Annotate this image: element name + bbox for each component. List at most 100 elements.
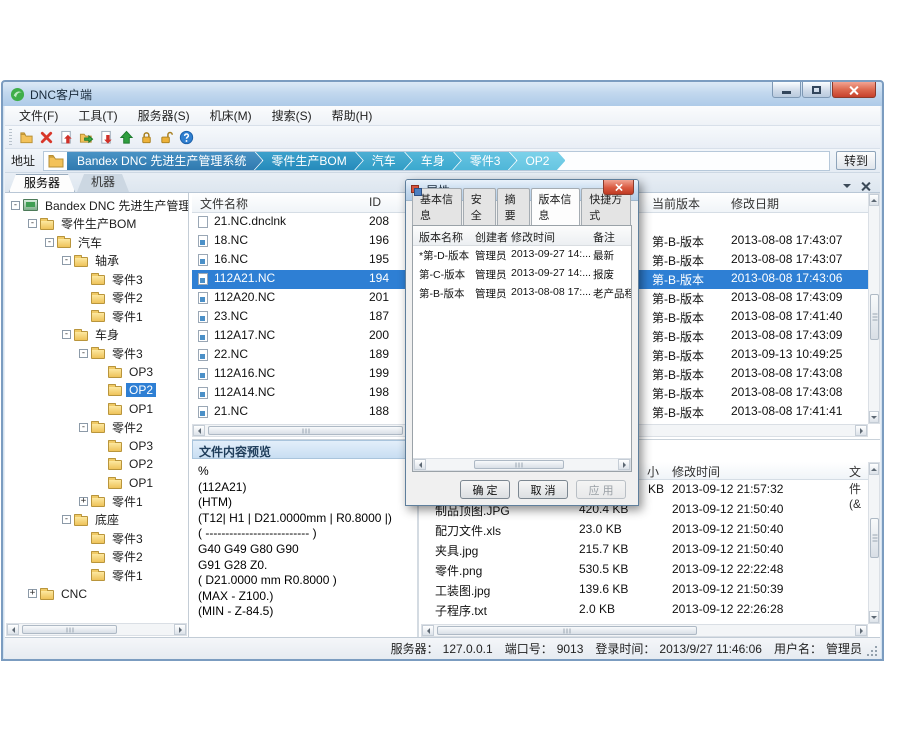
attachment-row[interactable]: 工装图.jpg139.6 KB2013-09-12 21:50:39 (421, 580, 868, 600)
tree-item-root[interactable]: -Bandex DNC 先进生产管理系统 (5, 196, 188, 215)
tree-item[interactable]: +零件1 (5, 492, 188, 511)
expander[interactable]: - (11, 201, 20, 210)
column-version-name[interactable]: 版本名称 (419, 229, 463, 245)
attachment-row[interactable]: 夹具.jpg215.7 KB2013-09-12 21:50:40 (421, 540, 868, 560)
tree-item[interactable]: 零件1 (5, 307, 188, 326)
dialog-close-button[interactable] (603, 180, 634, 195)
attachment-row[interactable]: 配刀文件.xls23.0 KB2013-09-12 21:50:40 (421, 520, 868, 540)
scroll-up-icon[interactable] (869, 194, 879, 206)
tab-server[interactable]: 服务器 (9, 174, 75, 192)
tree-item[interactable]: -零件2 (5, 418, 188, 437)
menu-tools[interactable]: 工具(T) (68, 105, 127, 126)
scroll-down-icon[interactable] (869, 411, 879, 423)
expander[interactable] (96, 460, 105, 469)
version-row[interactable]: *第-D-版本管理员2013-09-27 14:...最新 (413, 246, 631, 265)
column-size-partial[interactable]: 小 (647, 463, 659, 480)
tab-security[interactable]: 安全 (463, 188, 496, 225)
expander[interactable]: - (45, 238, 54, 247)
tree-item-op2-selected[interactable]: OP2 (5, 381, 188, 400)
open-folder-icon[interactable] (76, 128, 96, 146)
expander[interactable] (79, 312, 88, 321)
new-folder-icon[interactable] (16, 128, 36, 146)
breadcrumb-bom[interactable]: 零件生产BOM (254, 151, 362, 171)
tab-machine[interactable]: 机器 (77, 174, 129, 192)
breadcrumb-op2[interactable]: OP2 (508, 151, 565, 171)
attachment-row[interactable]: 子程序.txt2.0 KB2013-09-12 22:26:28 (421, 600, 868, 620)
tree-item[interactable]: OP2 (5, 455, 188, 474)
breadcrumb-part3[interactable]: 零件3 (453, 151, 517, 171)
tree-item[interactable]: OP1 (5, 474, 188, 493)
version-row[interactable]: 第-C-版本管理员2013-09-27 14:...报废 (413, 265, 631, 284)
panel-close-icon[interactable] (861, 182, 870, 191)
scroll-left-icon[interactable] (7, 624, 19, 635)
version-row[interactable]: 第-B-版本管理员2013-08-08 17:...老产品程序 (413, 284, 631, 303)
scrollbar-thumb[interactable] (22, 625, 117, 634)
expander[interactable] (96, 404, 105, 413)
column-modify-time[interactable]: 修改时间 (672, 463, 720, 480)
expander[interactable] (96, 478, 105, 487)
attachment-horizontal-scrollbar[interactable] (421, 624, 868, 637)
expander[interactable]: + (79, 497, 88, 506)
tree-item[interactable]: OP3 (5, 437, 188, 456)
breadcrumb-body[interactable]: 车身 (404, 151, 461, 171)
cancel-button[interactable]: 取 消 (518, 480, 568, 499)
scrollbar-thumb[interactable] (870, 518, 879, 558)
tree-item[interactable]: 零件2 (5, 289, 188, 308)
expander[interactable] (96, 386, 105, 395)
column-id[interactable]: ID (369, 195, 381, 209)
tree-item[interactable]: 零件1 (5, 566, 188, 585)
tree-item-cnc[interactable]: +CNC (5, 585, 188, 604)
tree-item-auto[interactable]: -汽车 (5, 233, 188, 252)
breadcrumb-auto[interactable]: 汽车 (355, 151, 412, 171)
menu-machine[interactable]: 机床(M) (200, 105, 262, 126)
column-note[interactable]: 备注 (593, 229, 615, 245)
scroll-left-icon[interactable] (422, 625, 434, 636)
expander[interactable]: - (79, 423, 88, 432)
tree-horizontal-scrollbar[interactable] (6, 623, 187, 636)
menu-search[interactable]: 搜索(S) (262, 105, 322, 126)
menu-help[interactable]: 帮助(H) (322, 105, 383, 126)
expander[interactable]: - (62, 256, 71, 265)
scroll-right-icon[interactable] (855, 625, 867, 636)
menu-server[interactable]: 服务器(S) (128, 105, 200, 126)
scroll-down-icon[interactable] (869, 611, 879, 623)
tree-item[interactable]: 零件3 (5, 529, 188, 548)
scrollbar-thumb[interactable] (208, 426, 403, 435)
expander[interactable]: - (79, 349, 88, 358)
expander[interactable]: + (28, 589, 37, 598)
tree-item-carbody[interactable]: -车身 (5, 326, 188, 345)
tree-item[interactable]: OP1 (5, 400, 188, 419)
tab-version-info[interactable]: 版本信息 (531, 188, 581, 226)
scroll-right-icon[interactable] (618, 459, 630, 470)
file-list-vertical-scrollbar[interactable] (868, 193, 880, 424)
expander[interactable] (96, 441, 105, 450)
upload-icon[interactable] (116, 128, 136, 146)
tree-item[interactable]: OP3 (5, 363, 188, 382)
scroll-up-icon[interactable] (869, 463, 879, 475)
expander[interactable] (79, 552, 88, 561)
column-current-version[interactable]: 当前版本 (652, 195, 700, 212)
expander[interactable]: - (62, 515, 71, 524)
tree-item-bearing[interactable]: -轴承 (5, 252, 188, 271)
tree-item[interactable]: 零件2 (5, 548, 188, 567)
version-table-scrollbar[interactable] (413, 458, 631, 471)
go-button[interactable]: 转到 (836, 151, 876, 170)
expander[interactable]: - (62, 330, 71, 339)
maximize-button[interactable] (802, 82, 831, 98)
checkin-file-icon[interactable] (56, 128, 76, 146)
delete-icon[interactable] (36, 128, 56, 146)
scroll-right-icon[interactable] (855, 425, 867, 436)
lock-icon[interactable] (136, 128, 156, 146)
breadcrumb-root[interactable]: Bandex DNC 先进生产管理系统 (67, 151, 262, 171)
expander[interactable]: - (28, 219, 37, 228)
tree-item[interactable]: 零件3 (5, 270, 188, 289)
expander[interactable] (79, 293, 88, 302)
attachment-row[interactable]: 零件.png530.5 KB2013-09-12 22:22:48 (421, 560, 868, 580)
menu-file[interactable]: 文件(F) (9, 105, 68, 126)
ok-button[interactable]: 确 定 (460, 480, 510, 499)
tree-item-base[interactable]: -底座 (5, 511, 188, 530)
column-modify-date[interactable]: 修改日期 (731, 195, 779, 212)
scrollbar-thumb[interactable] (437, 626, 697, 635)
title-bar[interactable]: DNC客户端 (3, 82, 882, 106)
scroll-left-icon[interactable] (193, 425, 205, 436)
